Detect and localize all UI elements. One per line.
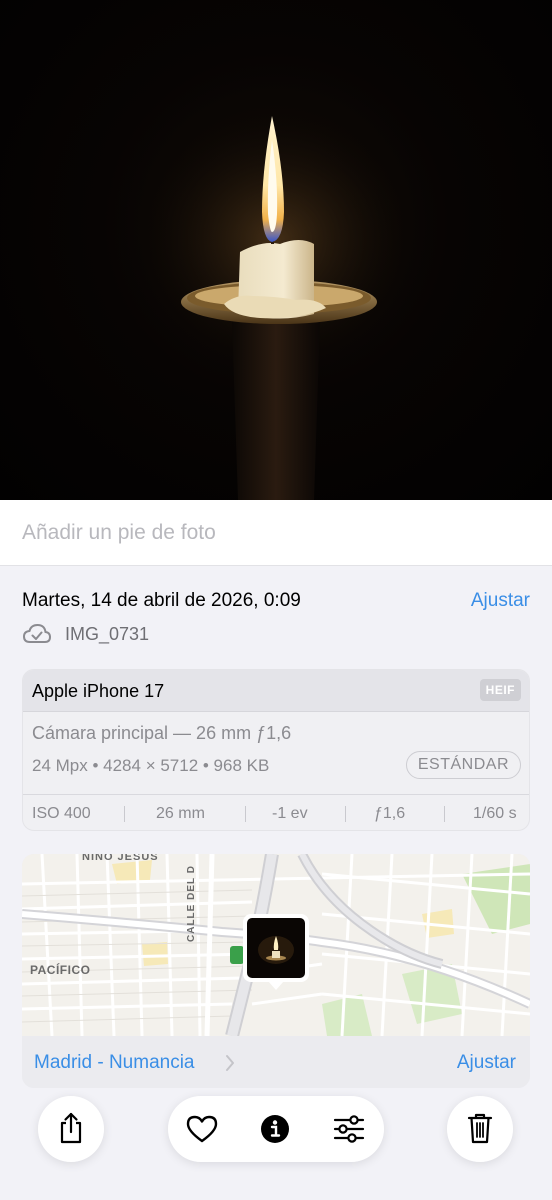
exif-divider bbox=[245, 806, 246, 822]
map-label: CALLE DEL D bbox=[186, 865, 197, 942]
exif-shutter: 1/60 s bbox=[473, 805, 517, 822]
adjust-location-button[interactable]: Ajustar bbox=[457, 1052, 516, 1074]
location-card[interactable]: NIÑO JESÚS CALLE DEL D PACÍFICO Madrid -… bbox=[22, 854, 530, 1088]
format-badge: HEIF bbox=[479, 679, 521, 701]
exif-divider bbox=[124, 806, 125, 822]
image-specs: 24 Mpx • 4284 × 5712 • 968 KB bbox=[32, 756, 270, 775]
info-icon[interactable] bbox=[260, 1114, 290, 1144]
camera-card-header: Apple iPhone 17 HEIF bbox=[23, 670, 529, 712]
camera-info-card: Apple iPhone 17 HEIF Cámara principal — … bbox=[22, 669, 530, 831]
device-name: Apple iPhone 17 bbox=[32, 681, 165, 701]
trash-icon bbox=[467, 1113, 493, 1144]
caption-field[interactable]: Añadir un pie de foto bbox=[0, 500, 552, 566]
action-group bbox=[168, 1096, 384, 1162]
lens-info: Cámara principal — 26 mm ƒ1,6 bbox=[32, 723, 292, 743]
location-footer: Madrid - Numancia Ajustar bbox=[22, 1036, 530, 1088]
location-link[interactable]: Madrid - Numancia bbox=[34, 1052, 195, 1074]
adjust-sliders-icon[interactable] bbox=[333, 1115, 365, 1143]
map-label: NIÑO JESÚS bbox=[82, 854, 159, 863]
file-name: IMG_0731 bbox=[65, 624, 150, 644]
exif-divider bbox=[444, 806, 445, 822]
exif-exposure: -1 ev bbox=[272, 805, 308, 822]
style-badge: ESTÁNDAR bbox=[405, 751, 521, 779]
exif-focal-length: 26 mm bbox=[156, 805, 205, 822]
exif-aperture: ƒ1,6 bbox=[374, 805, 406, 822]
map-label: PACÍFICO bbox=[30, 962, 90, 977]
share-button[interactable] bbox=[38, 1096, 104, 1162]
exif-row: ISO 400 26 mm -1 ev ƒ1,6 1/60 s bbox=[23, 794, 529, 830]
location-map[interactable]: NIÑO JESÚS CALLE DEL D PACÍFICO bbox=[22, 854, 530, 1036]
map-photo-pin[interactable] bbox=[243, 914, 309, 990]
adjust-date-button[interactable]: Ajustar bbox=[471, 590, 530, 612]
photo-date: Martes, 14 de abril de 2026, 0:09 bbox=[22, 590, 301, 611]
share-icon bbox=[60, 1112, 82, 1144]
exif-iso: ISO 400 bbox=[32, 805, 91, 822]
heart-icon[interactable] bbox=[186, 1115, 218, 1143]
photo-viewer[interactable] bbox=[0, 0, 552, 500]
candle-photo bbox=[126, 100, 426, 500]
icloud-check-icon bbox=[22, 623, 52, 643]
exif-divider bbox=[345, 806, 346, 822]
chevron-right-icon bbox=[226, 1055, 234, 1071]
caption-placeholder[interactable]: Añadir un pie de foto bbox=[22, 521, 216, 545]
delete-button[interactable] bbox=[447, 1096, 513, 1162]
